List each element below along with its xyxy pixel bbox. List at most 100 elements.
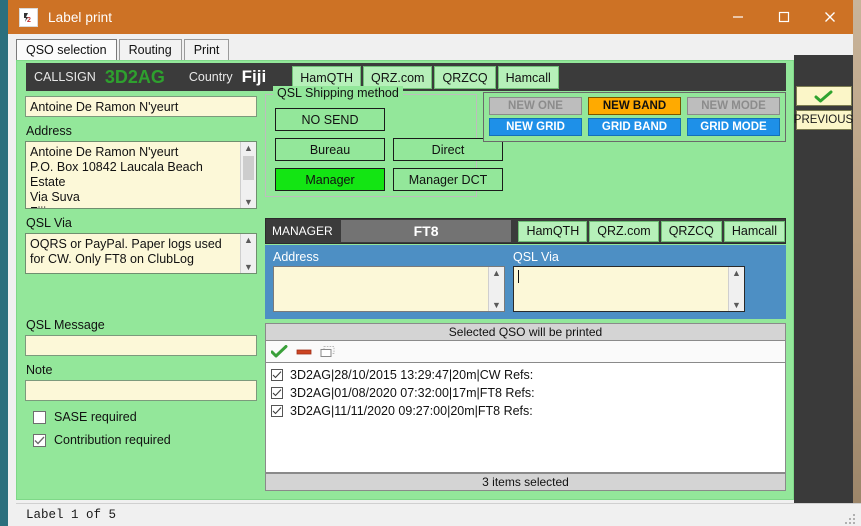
shipping-bureau-button[interactable]: Bureau <box>275 138 385 161</box>
manager-label: MANAGER <box>272 224 333 238</box>
tab-routing-label: Routing <box>128 43 172 57</box>
resize-grip-icon[interactable] <box>845 512 857 524</box>
qso-item-checkbox[interactable] <box>271 369 283 381</box>
scroll-down-icon[interactable]: ▼ <box>732 299 741 311</box>
manager-qsl-via-textarea[interactable]: ▲ ▼ <box>513 266 745 312</box>
qsl-message-label: QSL Message <box>26 318 105 332</box>
shipping-manager-button[interactable]: Manager <box>275 168 385 191</box>
qso-list-item[interactable]: 3D2AG|28/10/2015 13:29:47|20m|CW Refs: <box>266 366 785 384</box>
manager-qsl-via-column: QSL Via ▲ ▼ <box>513 250 755 312</box>
manager-qsl-via-label: QSL Via <box>513 250 559 264</box>
name-field[interactable]: Antoine De Ramon N'yeurt <box>25 96 257 117</box>
label-print-window: 2 Label print QSO selection Routing Prin… <box>8 0 861 526</box>
qso-item-checkbox[interactable] <box>271 387 283 399</box>
desktop-left-strip <box>0 0 8 526</box>
contribution-required-row[interactable]: Contribution required <box>25 433 257 447</box>
manager-value[interactable]: FT8 <box>340 220 512 242</box>
address-value: Antoine De Ramon N'yeurt P.O. Box 10842 … <box>30 145 203 208</box>
lookup-link-qrzcq[interactable]: QRZCQ <box>434 65 496 89</box>
scroll-down-icon[interactable]: ▼ <box>244 196 253 208</box>
sase-required-checkbox[interactable] <box>33 410 46 424</box>
lookup-link-hamcall[interactable]: Hamcall <box>497 65 559 89</box>
qsl-message-field[interactable] <box>25 335 257 356</box>
right-action-rail: PREVIOUS <box>794 55 853 503</box>
manager-address-label: Address <box>273 250 319 264</box>
note-field[interactable] <box>25 380 257 401</box>
award-flags-row-1: NEW ONE NEW BAND NEW MODE <box>489 97 780 115</box>
award-flags-panel: NEW ONE NEW BAND NEW MODE NEW GRID GRID … <box>483 92 786 142</box>
flag-new-mode[interactable]: NEW MODE <box>687 97 780 115</box>
qso-list-item[interactable]: 3D2AG|11/11/2020 09:27:00|20m|FT8 Refs: <box>266 402 785 420</box>
manager-lookup-links: HamQTH QRZ.com QRZCQ Hamcall <box>518 220 785 242</box>
flag-new-grid[interactable]: NEW GRID <box>489 118 582 136</box>
shipping-manager-dct-button[interactable]: Manager DCT <box>393 168 503 191</box>
callsign-value: 3D2AG <box>104 66 165 87</box>
maximize-icon[interactable] <box>761 0 807 34</box>
flag-new-one[interactable]: NEW ONE <box>489 97 582 115</box>
tab-routing[interactable]: Routing <box>118 39 182 60</box>
address-label: Address <box>26 124 72 138</box>
flag-new-band[interactable]: NEW BAND <box>588 97 681 115</box>
qso-list-item[interactable]: 3D2AG|01/08/2020 07:32:00|17m|FT8 Refs: <box>266 384 785 402</box>
qso-list-toolbar <box>265 341 786 362</box>
scroll-up-icon[interactable]: ▲ <box>732 267 741 279</box>
statusbar-label: Label 1 of 5 <box>26 508 117 522</box>
qsl-via-label: QSL Via <box>26 216 72 230</box>
qsl-via-textarea[interactable]: OQRS or PayPal. Paper logs used for CW. … <box>25 233 257 274</box>
close-icon[interactable] <box>807 0 853 34</box>
confirm-button[interactable] <box>795 86 852 106</box>
sase-required-row[interactable]: SASE required <box>25 410 257 424</box>
qso-item-label: 3D2AG|28/10/2015 13:29:47|20m|CW Refs: <box>290 368 534 382</box>
qsl-via-scrollbar[interactable]: ▲ ▼ <box>240 234 256 273</box>
flag-grid-mode[interactable]: GRID MODE <box>687 118 780 136</box>
invert-selection-icon[interactable] <box>320 345 336 358</box>
scroll-down-icon[interactable]: ▼ <box>492 299 501 311</box>
scroll-up-icon[interactable]: ▲ <box>492 267 501 279</box>
qso-list[interactable]: 3D2AG|28/10/2015 13:29:47|20m|CW Refs: 3… <box>265 362 786 473</box>
tab-strip: QSO selection Routing Print <box>8 34 853 60</box>
shipping-no-send-button[interactable]: NO SEND <box>275 108 385 131</box>
contribution-required-checkbox[interactable] <box>33 433 46 447</box>
manager-lookup-qrzcom[interactable]: QRZ.com <box>589 220 659 242</box>
address-textarea[interactable]: Antoine De Ramon N'yeurt P.O. Box 10842 … <box>25 141 257 209</box>
contribution-required-label: Contribution required <box>54 433 171 447</box>
manager-address-column: Address ▲ ▼ <box>273 250 515 312</box>
callsign-label: CALLSIGN <box>34 70 96 84</box>
previous-button[interactable]: PREVIOUS <box>794 110 853 130</box>
manager-address-textarea[interactable]: ▲ ▼ <box>273 266 505 312</box>
scroll-up-icon[interactable]: ▲ <box>244 142 253 154</box>
window-controls <box>715 0 853 34</box>
manager-address-value <box>274 267 504 273</box>
manager-bar: MANAGER FT8 HamQTH QRZ.com QRZCQ Hamcall <box>265 218 786 244</box>
manager-qsl-via-scrollbar[interactable]: ▲ ▼ <box>728 267 744 311</box>
country-value: Fiji <box>241 67 267 86</box>
manager-lookup-hamcall[interactable]: Hamcall <box>723 220 785 242</box>
address-scrollbar[interactable]: ▲ ▼ <box>240 142 256 208</box>
note-label: Note <box>26 363 53 377</box>
selected-qso-header: Selected QSO will be printed <box>265 323 786 341</box>
qsl-shipping-method-legend: QSL Shipping method <box>273 86 403 100</box>
minimize-icon[interactable] <box>715 0 761 34</box>
tab-qso-selection[interactable]: QSO selection <box>16 39 117 60</box>
tab-qso-selection-label: QSO selection <box>26 43 107 57</box>
scroll-thumb[interactable] <box>243 156 254 180</box>
titlebar: 2 Label print <box>8 0 853 34</box>
selected-qso-footer: 3 items selected <box>265 473 786 491</box>
award-flags-row-2: NEW GRID GRID BAND GRID MODE <box>489 118 780 136</box>
manager-detail-panel: Address ▲ ▼ QSL Via ▲ ▼ <box>265 245 786 319</box>
app-logo-icon: 2 <box>19 7 38 27</box>
flag-grid-band[interactable]: GRID BAND <box>588 118 681 136</box>
manager-lookup-qrzcq[interactable]: QRZCQ <box>660 220 722 242</box>
check-all-icon[interactable] <box>271 345 288 358</box>
manager-lookup-hamqth[interactable]: HamQTH <box>518 220 588 242</box>
qsl-shipping-method-group: QSL Shipping method NO SEND Bureau Direc… <box>265 86 503 197</box>
callsign-bar: CALLSIGN 3D2AG Country Fiji HamQTH QRZ.c… <box>26 63 786 91</box>
scroll-up-icon[interactable]: ▲ <box>244 234 253 246</box>
tab-print[interactable]: Print <box>183 39 230 60</box>
window-title: Label print <box>48 9 113 25</box>
manager-address-scrollbar[interactable]: ▲ ▼ <box>488 267 504 311</box>
qso-item-checkbox[interactable] <box>271 405 283 417</box>
uncheck-all-icon[interactable] <box>296 345 312 358</box>
scroll-down-icon[interactable]: ▼ <box>244 261 253 273</box>
country-label: Country <box>188 70 233 84</box>
